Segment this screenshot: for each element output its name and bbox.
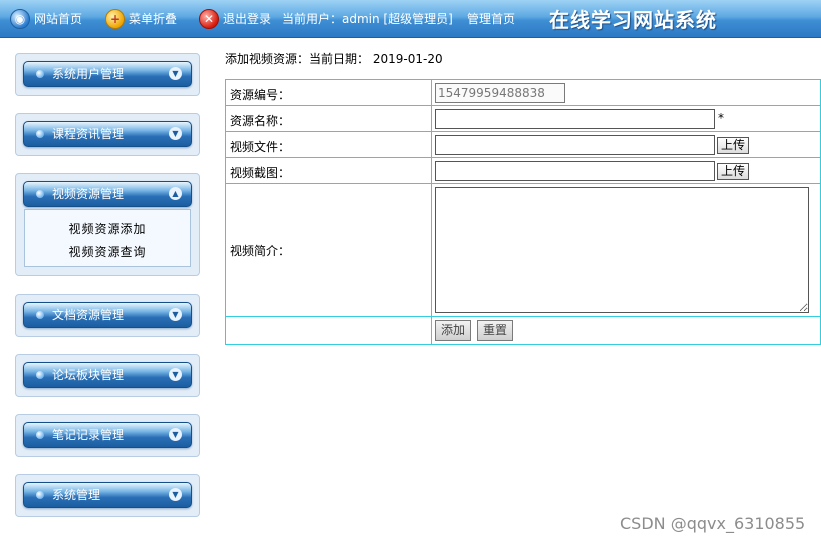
form-label-cell: 资源编号：: [225, 79, 432, 106]
bullet-icon: [36, 371, 44, 379]
submenu-item-add-video[interactable]: 视频资源添加: [25, 220, 190, 237]
globe-icon: ◉: [10, 8, 30, 29]
menu-label: 系统管理: [52, 488, 101, 502]
chevron-up-icon: ▲: [169, 187, 182, 200]
form-label-cell: [225, 316, 432, 345]
resource-id-field[interactable]: [435, 83, 565, 103]
menu-label: 课程资讯管理: [52, 127, 125, 141]
menu-head-course-news[interactable]: 课程资讯管理 ▼: [23, 121, 192, 147]
menu-course-news: 课程资讯管理 ▼: [15, 113, 200, 156]
video-submenu: 视频资源添加 视频资源查询: [24, 209, 191, 267]
video-file-field[interactable]: [435, 135, 715, 155]
page-title: 添加视频资源：: [225, 52, 310, 66]
page-heading: 添加视频资源：当前日期： 2019-01-20: [225, 50, 443, 67]
home-link-label: 网站首页: [34, 12, 83, 26]
menu-head-system-admin[interactable]: 系统管理 ▼: [23, 482, 192, 508]
id-label: 资源编号：: [230, 88, 291, 102]
menu-label: 视频资源管理: [52, 187, 125, 201]
form-value-cell: 添加 重置: [431, 316, 821, 345]
current-user-text: 当前用户：admin [超级管理员]: [282, 12, 453, 26]
form-value-cell: [431, 79, 821, 106]
chevron-down-icon: ▼: [169, 428, 182, 441]
chevron-down-icon: ▼: [169, 488, 182, 501]
bullet-icon: [36, 311, 44, 319]
site-title: 在线学习网站系统: [549, 8, 717, 32]
admin-home-link[interactable]: 管理首页: [467, 0, 515, 37]
close-icon: ✕: [199, 8, 219, 29]
intro-label: 视频简介：: [230, 244, 291, 258]
form-label-cell: 视频截图：: [225, 157, 432, 184]
chevron-down-icon: ▼: [169, 67, 182, 80]
form-label-cell: 视频简介：: [225, 183, 432, 317]
menu-head-forum-sections[interactable]: 论坛板块管理 ▼: [23, 362, 192, 388]
form-value-cell: [431, 183, 821, 317]
plus-icon: +: [105, 8, 125, 29]
menu-document-resources: 文档资源管理 ▼: [15, 294, 200, 337]
menu-head-video-resources[interactable]: 视频资源管理 ▲: [23, 181, 192, 207]
fold-menu-label: 菜单折叠: [129, 12, 178, 26]
video-form: 资源编号： 资源名称： * 视频文件： 上传 视频截图： 上传 视频简介： 添加…: [225, 79, 821, 345]
video-intro-textarea[interactable]: [435, 187, 809, 313]
form-value-cell: 上传: [431, 131, 821, 158]
home-link[interactable]: ◉ 网站首页: [10, 0, 82, 37]
menu-forum-sections: 论坛板块管理 ▼: [15, 354, 200, 397]
logout-label: 退出登录: [223, 12, 272, 26]
upload-video-button[interactable]: 上传: [717, 137, 750, 154]
upload-screenshot-button[interactable]: 上传: [717, 163, 750, 180]
bullet-icon: [36, 431, 44, 439]
screenshot-label: 视频截图：: [230, 166, 291, 180]
menu-label: 论坛板块管理: [52, 368, 125, 382]
form-label-cell: 资源名称：: [225, 105, 432, 132]
chevron-down-icon: ▼: [169, 127, 182, 140]
menu-system-admin: 系统管理 ▼: [15, 474, 200, 517]
date-label: 当前日期：: [309, 52, 370, 66]
menu-label: 文档资源管理: [52, 308, 125, 322]
current-date: 2019-01-20: [372, 52, 443, 66]
logout-link[interactable]: ✕ 退出登录: [199, 0, 271, 37]
top-bar: ◉ 网站首页 + 菜单折叠 ✕ 退出登录 当前用户：admin [超级管理员] …: [0, 0, 821, 38]
menu-label: 笔记记录管理: [52, 428, 125, 442]
video-screenshot-field[interactable]: [435, 161, 715, 181]
menu-head-system-users[interactable]: 系统用户管理 ▼: [23, 61, 192, 87]
menu-notes: 笔记记录管理 ▼: [15, 414, 200, 457]
required-mark: *: [718, 111, 724, 125]
name-label: 资源名称：: [230, 114, 291, 128]
menu-head-notes[interactable]: 笔记记录管理 ▼: [23, 422, 192, 448]
menu-system-users: 系统用户管理 ▼: [15, 53, 200, 96]
bullet-icon: [36, 491, 44, 499]
watermark: CSDN @qqvx_6310855: [620, 514, 806, 533]
menu-video-resources: 视频资源管理 ▲ 视频资源添加 视频资源查询: [15, 173, 200, 276]
menu-label: 系统用户管理: [52, 67, 125, 81]
chevron-down-icon: ▼: [169, 368, 182, 381]
bullet-icon: [36, 130, 44, 138]
chevron-down-icon: ▼: [169, 308, 182, 321]
resource-name-field[interactable]: [435, 109, 715, 129]
form-label-cell: 视频文件：: [225, 131, 432, 158]
reset-button[interactable]: 重置: [477, 320, 514, 341]
submenu-item-query-video[interactable]: 视频资源查询: [25, 243, 190, 260]
form-value-cell: *: [431, 105, 821, 132]
bullet-icon: [36, 190, 44, 198]
bullet-icon: [36, 70, 44, 78]
add-button[interactable]: 添加: [435, 320, 472, 341]
file-label: 视频文件：: [230, 140, 291, 154]
fold-menu-link[interactable]: + 菜单折叠: [105, 0, 177, 37]
menu-head-document-resources[interactable]: 文档资源管理 ▼: [23, 302, 192, 328]
form-value-cell: 上传: [431, 157, 821, 184]
